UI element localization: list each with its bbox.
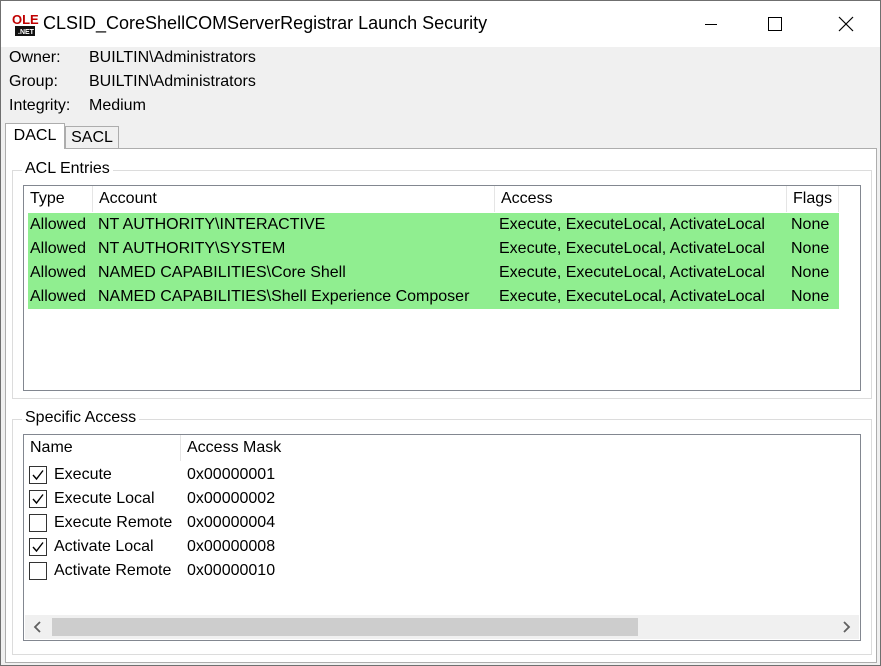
acl-account-cell: NAMED CAPABILITIES\Core Shell (98, 264, 346, 281)
acl-access-cell: Execute, ExecuteLocal, ActivateLocal (499, 264, 765, 281)
acl-entries-list[interactable]: Type Account Access Flags Allowed NT AUT… (23, 185, 861, 391)
owner-label: Owner: (9, 49, 61, 66)
tab-sacl[interactable]: SACL (65, 126, 119, 149)
scroll-right-button[interactable] (833, 615, 859, 639)
column-header-access-mask[interactable]: Access Mask (181, 435, 291, 461)
maximize-icon (768, 17, 782, 31)
table-row[interactable]: Allowed NAMED CAPABILITIES\Core Shell Ex… (28, 261, 839, 285)
checkmark-icon (32, 494, 44, 505)
list-item[interactable]: Activate Local 0x00000008 (28, 535, 328, 559)
acl-type-cell: Allowed (30, 240, 87, 257)
table-row[interactable]: Allowed NAMED CAPABILITIES\Shell Experie… (28, 285, 839, 309)
list-item[interactable]: Execute 0x00000001 (28, 463, 328, 487)
close-button[interactable] (822, 1, 870, 47)
table-row[interactable]: Allowed NT AUTHORITY\SYSTEM Execute, Exe… (28, 237, 839, 261)
integrity-label: Integrity: (9, 97, 71, 114)
specific-access-label: Specific Access (22, 409, 140, 427)
acl-type-cell: Allowed (30, 216, 87, 233)
close-icon (838, 16, 854, 32)
column-header-account[interactable]: Account (93, 186, 495, 212)
title-bar[interactable]: OLE .NET CLSID_CoreShellCOMServerRegistr… (1, 1, 880, 47)
activate-remote-checkbox[interactable] (29, 562, 47, 580)
table-row[interactable]: Allowed NT AUTHORITY\INTERACTIVE Execute… (28, 213, 839, 237)
acl-flags-cell: None (791, 216, 830, 233)
execute-local-checkbox[interactable] (29, 490, 47, 508)
olenet-app-icon: OLE .NET (11, 10, 39, 38)
checkmark-icon (32, 470, 44, 481)
specific-access-list[interactable]: Name Access Mask Execute 0x00000001 Exec… (23, 434, 861, 641)
scrollbar-thumb[interactable] (52, 618, 638, 636)
list-item[interactable]: Execute Remote 0x00000004 (28, 511, 328, 535)
acl-type-cell: Allowed (30, 264, 87, 281)
chevron-right-icon (843, 621, 851, 633)
list-item[interactable]: Activate Remote 0x00000010 (28, 559, 328, 583)
acl-flags-cell: None (791, 288, 830, 305)
window-title: CLSID_CoreShellCOMServerRegistrar Launch… (43, 13, 488, 33)
column-header-name[interactable]: Name (24, 435, 181, 461)
minimize-icon (705, 24, 717, 25)
access-name: Execute (54, 466, 112, 483)
horizontal-scrollbar[interactable] (25, 615, 859, 639)
access-name: Execute Local (54, 490, 155, 507)
access-mask: 0x00000002 (187, 490, 276, 507)
access-mask: 0x00000010 (187, 562, 276, 579)
scroll-left-button[interactable] (25, 615, 51, 639)
security-dialog-window: OLE .NET CLSID_CoreShellCOMServerRegistr… (0, 0, 881, 666)
acl-account-cell: NT AUTHORITY\SYSTEM (98, 240, 286, 257)
access-mask: 0x00000004 (187, 514, 276, 531)
activate-local-checkbox[interactable] (29, 538, 47, 556)
owner-value: BUILTIN\Administrators (89, 49, 256, 66)
access-name: Execute Remote (54, 514, 173, 531)
tab-dacl[interactable]: DACL (5, 123, 65, 149)
acl-type-cell: Allowed (30, 288, 87, 305)
chevron-left-icon (33, 621, 41, 633)
group-value: BUILTIN\Administrators (89, 73, 256, 90)
integrity-value: Medium (89, 97, 146, 114)
acl-access-cell: Execute, ExecuteLocal, ActivateLocal (499, 288, 765, 305)
acl-flags-cell: None (791, 240, 830, 257)
group-label: Group: (9, 73, 58, 90)
minimize-button[interactable] (687, 1, 735, 47)
list-item[interactable]: Execute Local 0x00000002 (28, 487, 328, 511)
execute-checkbox[interactable] (29, 466, 47, 484)
column-header-type[interactable]: Type (24, 186, 93, 212)
acl-entries-label: ACL Entries (22, 160, 113, 178)
acl-access-cell: Execute, ExecuteLocal, ActivateLocal (499, 216, 765, 233)
app-icon-text: OLE (12, 12, 39, 27)
app-icon-subtext: .NET (18, 29, 35, 36)
access-name: Activate Local (54, 538, 154, 555)
acl-account-cell: NAMED CAPABILITIES\Shell Experience Comp… (98, 288, 470, 305)
acl-flags-cell: None (791, 264, 830, 281)
execute-remote-checkbox[interactable] (29, 514, 47, 532)
access-name: Activate Remote (54, 562, 172, 579)
acl-account-cell: NT AUTHORITY\INTERACTIVE (98, 216, 326, 233)
column-header-flags[interactable]: Flags (787, 186, 839, 212)
access-mask: 0x00000008 (187, 538, 276, 555)
checkmark-icon (32, 542, 44, 553)
maximize-button[interactable] (751, 1, 799, 47)
acl-access-cell: Execute, ExecuteLocal, ActivateLocal (499, 240, 765, 257)
dacl-tab-panel: ACL Entries Type Account Access Flags Al… (5, 148, 877, 663)
access-mask: 0x00000001 (187, 466, 276, 483)
column-header-access[interactable]: Access (495, 186, 787, 212)
